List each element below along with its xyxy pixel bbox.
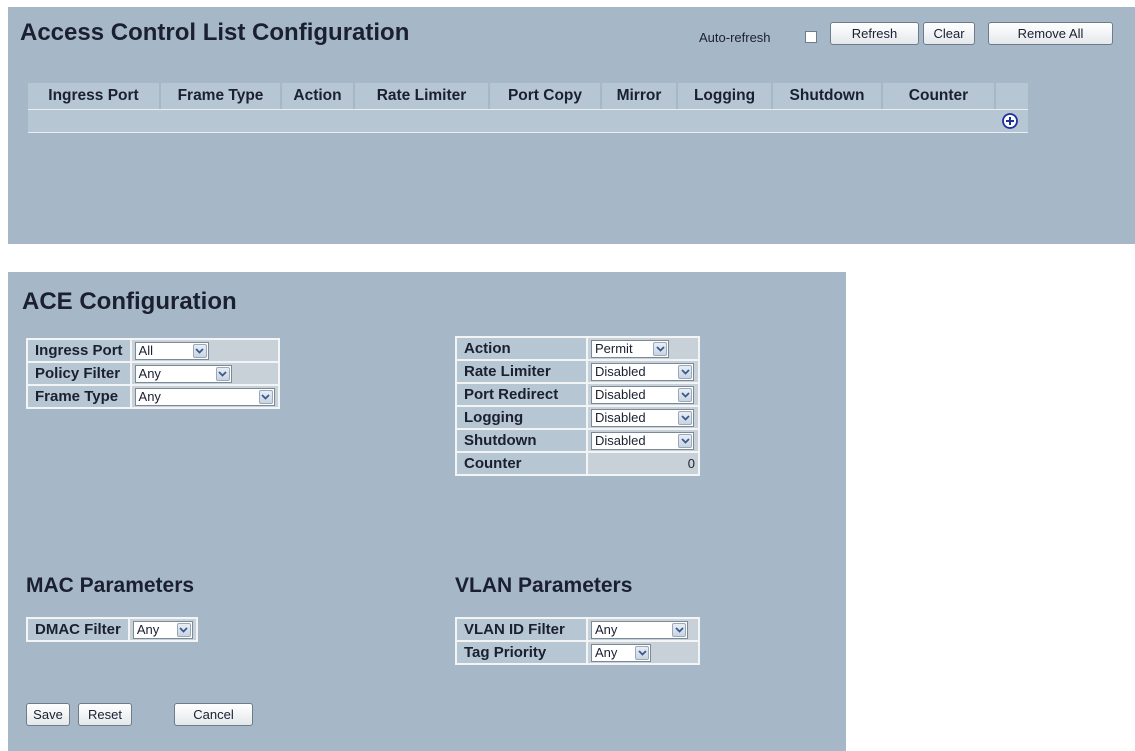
vlan-id-filter-row: VLAN ID Filter Any: [455, 617, 700, 642]
logging-row: Logging Disabled: [455, 405, 700, 430]
frame-type-select[interactable]: Any: [134, 387, 275, 406]
action-label: Action: [455, 336, 588, 361]
vlan-id-filter-select[interactable]: Any: [591, 620, 688, 639]
chevron-down-icon: [672, 622, 686, 637]
dmac-filter-value: Any: [136, 622, 160, 637]
chevron-down-icon: [635, 645, 649, 660]
rate-limiter-value: Disabled: [595, 364, 646, 379]
plus-circle-icon[interactable]: [1002, 113, 1018, 129]
cancel-button[interactable]: Cancel: [174, 703, 253, 726]
column-header-mirror: Mirror: [602, 83, 678, 109]
port-redirect-value: Disabled: [595, 387, 646, 402]
shutdown-value: Disabled: [595, 433, 646, 448]
frame-type-row: Frame Type Any: [26, 384, 280, 409]
ace-left-table: Ingress Port All Policy Filter Any Frame…: [26, 338, 280, 409]
chevron-down-icon: [678, 387, 692, 402]
ingress-port-value: All: [138, 343, 153, 358]
logging-select[interactable]: Disabled: [591, 408, 694, 427]
mac-parameters-table: DMAC Filter Any: [26, 617, 198, 642]
column-header-shutdown: Shutdown: [773, 83, 883, 109]
chevron-down-icon: [653, 341, 667, 356]
column-header-action: Action: [282, 83, 355, 109]
ace-right-table: Action Permit Rate Limiter Disabled Port…: [455, 336, 700, 476]
port-redirect-label: Port Redirect: [455, 382, 588, 407]
tag-priority-label: Tag Priority: [455, 640, 588, 665]
frame-type-value: Any: [138, 389, 161, 404]
column-header-counter: Counter: [883, 83, 996, 109]
rate-limiter-row: Rate Limiter Disabled: [455, 359, 700, 384]
acl-empty-row: [28, 109, 1028, 133]
column-header-ingress-port: Ingress Port: [28, 83, 161, 109]
action-select[interactable]: Permit: [591, 339, 669, 358]
dmac-filter-label: DMAC Filter: [26, 617, 130, 642]
action-row: Action Permit: [455, 336, 700, 361]
mac-parameters-title: MAC Parameters: [26, 574, 195, 597]
port-redirect-select[interactable]: Disabled: [591, 385, 694, 404]
column-header-port-copy: Port Copy: [490, 83, 602, 109]
ingress-port-select[interactable]: All: [134, 341, 209, 360]
logging-label: Logging: [455, 405, 588, 430]
shutdown-label: Shutdown: [455, 428, 588, 453]
chevron-down-icon: [215, 366, 230, 381]
counter-value: 0: [586, 451, 700, 476]
clear-button[interactable]: Clear: [923, 22, 975, 45]
chevron-down-icon: [678, 433, 692, 448]
refresh-button[interactable]: Refresh: [830, 22, 919, 45]
logging-value: Disabled: [595, 410, 646, 425]
chevron-down-icon: [192, 343, 207, 358]
ingress-port-label: Ingress Port: [26, 338, 132, 363]
reset-button[interactable]: Reset: [78, 703, 132, 726]
ace-config-title: ACE Configuration: [22, 288, 237, 315]
frame-type-label: Frame Type: [26, 384, 132, 409]
shutdown-select[interactable]: Disabled: [591, 431, 694, 450]
dmac-filter-select[interactable]: Any: [132, 620, 193, 639]
chevron-down-icon: [176, 622, 191, 637]
chevron-down-icon: [678, 410, 692, 425]
policy-filter-select[interactable]: Any: [134, 364, 232, 383]
shutdown-row: Shutdown Disabled: [455, 428, 700, 453]
auto-refresh-label: Auto-refresh: [699, 30, 771, 45]
vlan-id-filter-label: VLAN ID Filter: [455, 617, 588, 642]
policy-filter-label: Policy Filter: [26, 361, 132, 386]
acl-list-panel: Access Control List Configuration Auto-r…: [8, 7, 1135, 244]
policy-filter-value: Any: [138, 366, 161, 381]
column-header-rate-limiter: Rate Limiter: [355, 83, 490, 109]
ingress-port-row: Ingress Port All: [26, 338, 280, 363]
policy-filter-row: Policy Filter Any: [26, 361, 280, 386]
chevron-down-icon: [258, 389, 273, 404]
port-redirect-row: Port Redirect Disabled: [455, 382, 700, 407]
rate-limiter-select[interactable]: Disabled: [591, 362, 694, 381]
column-header-logging: Logging: [678, 83, 773, 109]
counter-label: Counter: [455, 451, 588, 476]
vlan-id-filter-value: Any: [595, 622, 618, 637]
column-header-frame-type: Frame Type: [161, 83, 282, 109]
counter-row: Counter 0: [455, 451, 700, 476]
tag-priority-value: Any: [595, 645, 618, 660]
save-button[interactable]: Save: [26, 703, 70, 726]
page-title: Access Control List Configuration: [20, 19, 410, 46]
acl-table-header: Ingress Port Frame Type Action Rate Limi…: [28, 83, 996, 109]
tag-priority-select[interactable]: Any: [591, 643, 651, 662]
rate-limiter-label: Rate Limiter: [455, 359, 588, 384]
action-value: Permit: [595, 341, 633, 356]
vlan-parameters-table: VLAN ID Filter Any Tag Priority Any: [455, 617, 700, 665]
remove-all-button[interactable]: Remove All: [988, 22, 1113, 45]
acl-header-blank-cell: [996, 83, 1028, 109]
auto-refresh-checkbox[interactable]: [805, 31, 817, 43]
vlan-parameters-title: VLAN Parameters: [455, 574, 633, 597]
chevron-down-icon: [678, 364, 692, 379]
dmac-filter-row: DMAC Filter Any: [26, 617, 198, 642]
ace-config-panel: ACE Configuration Ingress Port All Polic…: [8, 272, 846, 751]
tag-priority-row: Tag Priority Any: [455, 640, 700, 665]
